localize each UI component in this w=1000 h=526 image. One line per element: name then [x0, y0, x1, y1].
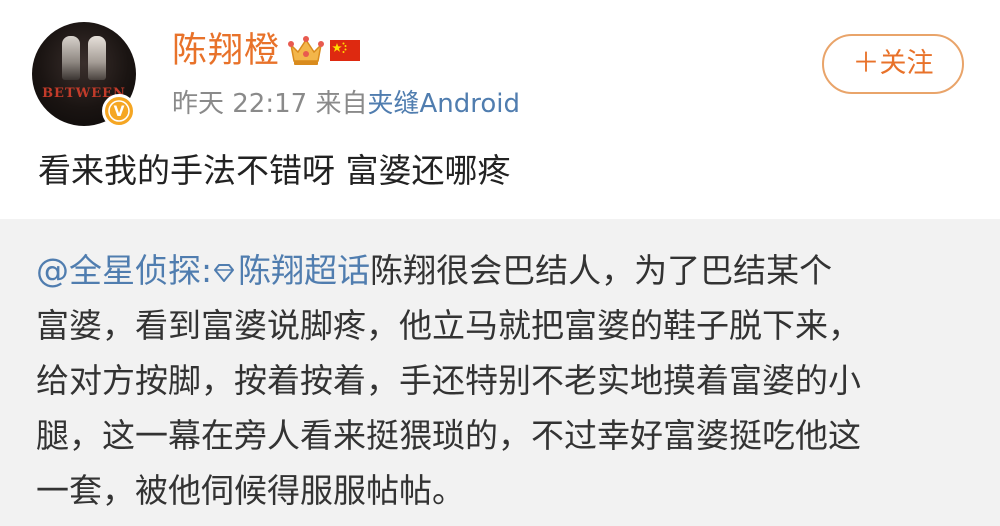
username[interactable]: 陈翔橙: [172, 28, 280, 74]
china-flag-icon: [330, 40, 360, 61]
topic-name: 陈翔超话: [238, 251, 371, 290]
repost-line-2: 富婆，看到富婆说脚疼，他立马就把富婆的鞋子脱下来，: [36, 306, 861, 345]
post-meta: 昨天 22:17 来自夹缝Android: [172, 86, 520, 122]
avatar-figure-left: [62, 36, 80, 80]
topic-link[interactable]: 陈翔超话: [212, 251, 370, 290]
repost-card[interactable]: @全星侦探: 陈翔超话陈翔很会巴结人，为了巴结某个 富婆，看到富婆说脚疼，他立马就…: [0, 219, 1000, 526]
follow-button[interactable]: ＋关注: [822, 34, 964, 94]
weibo-post: BETWEEN V 陈翔橙 昨天 22:17 来自夹缝Android ＋关注 看…: [0, 0, 1000, 526]
verified-v-icon: V: [108, 100, 130, 122]
svg-text:V: V: [114, 104, 125, 120]
repost-body: @全星侦探: 陈翔超话陈翔很会巴结人，为了巴结某个 富婆，看到富婆说脚疼，他立马就…: [36, 243, 966, 518]
source-prefix: 来自: [315, 89, 368, 119]
repost-line-5: 一套，被他伺候得服服帖帖。: [36, 471, 465, 510]
source-link[interactable]: 夹缝Android: [367, 89, 520, 119]
verified-badge-icon: V: [102, 94, 136, 128]
repost-line-4: 腿，这一幕在旁人看来挺猥琐的，不过幸好富婆挺吃他这: [36, 416, 861, 455]
source-app: 夹缝: [367, 89, 420, 119]
post-time: 昨天 22:17: [172, 89, 308, 119]
crown-icon: [288, 36, 324, 65]
super-topic-icon: [214, 264, 235, 282]
repost-line-1: @全星侦探: 陈翔超话陈翔很会巴结人，为了巴结某个: [36, 243, 966, 298]
repost-text-0: 陈翔很会巴结人，为了巴结某个: [370, 251, 833, 290]
repost-line-3: 给对方按脚，按着按着，手还特别不老实地摸着富婆的小: [36, 361, 861, 400]
post-text: 看来我的手法不错呀 富婆还哪疼: [38, 151, 511, 190]
mention-link[interactable]: @全星侦探:: [36, 251, 212, 290]
avatar-figure-right: [88, 36, 106, 80]
source-device: Android: [419, 89, 521, 119]
